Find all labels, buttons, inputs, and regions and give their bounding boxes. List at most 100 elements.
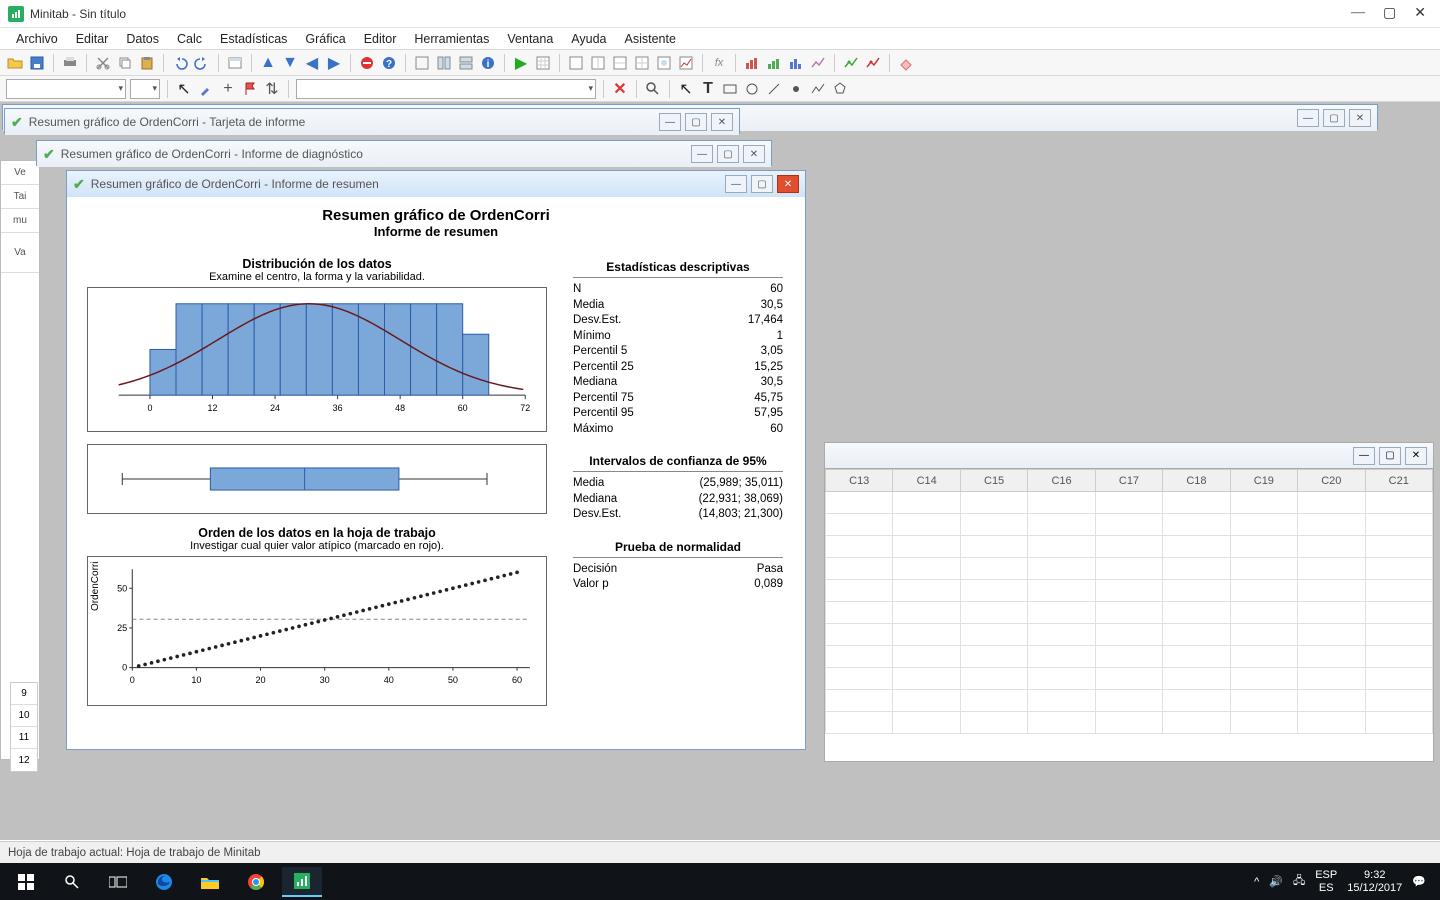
chart4-icon[interactable] bbox=[809, 54, 827, 72]
child-close-button[interactable]: ✕ bbox=[743, 145, 765, 163]
col-header[interactable]: C16 bbox=[1028, 470, 1095, 492]
crosshair-icon[interactable]: + bbox=[219, 80, 237, 98]
arr-up-icon[interactable]: ▲ bbox=[259, 54, 277, 72]
menu-calc[interactable]: Calc bbox=[169, 30, 210, 48]
copy-icon[interactable] bbox=[116, 54, 134, 72]
menu-estadisticas[interactable]: Estadísticas bbox=[212, 30, 295, 48]
grid7-icon[interactable] bbox=[677, 54, 695, 72]
menu-editor[interactable]: Editor bbox=[356, 30, 405, 48]
save-icon[interactable] bbox=[28, 54, 46, 72]
pointer2-icon[interactable]: ↖ bbox=[677, 80, 695, 98]
child-min-button[interactable]: — bbox=[1297, 109, 1319, 127]
undo-icon[interactable] bbox=[171, 54, 189, 72]
info-icon[interactable]: i bbox=[479, 54, 497, 72]
ws-max-button[interactable]: ▢ bbox=[1379, 447, 1401, 465]
arr-left-icon[interactable]: ◀ bbox=[303, 54, 321, 72]
worksheet-window[interactable]: — ▢ ✕ C13C14C15C16C17C18C19C20C21 bbox=[824, 442, 1434, 762]
taskview-icon[interactable] bbox=[98, 867, 138, 897]
explorer-icon[interactable] bbox=[190, 867, 230, 897]
diagnostic-window[interactable]: ✔Resumen gráfico de OrdenCorri - Informe… bbox=[36, 140, 772, 166]
child-close-button[interactable]: ✕ bbox=[777, 175, 799, 193]
tray-clock[interactable]: 9:3215/12/2017 bbox=[1347, 869, 1402, 893]
col-header[interactable]: C17 bbox=[1095, 470, 1162, 492]
sort-icon[interactable]: ⇅ bbox=[263, 80, 281, 98]
circle-shape-icon[interactable] bbox=[743, 80, 761, 98]
ws-close-button[interactable]: ✕ bbox=[1405, 447, 1427, 465]
edge-icon[interactable] bbox=[144, 867, 184, 897]
close-button[interactable]: ✕ bbox=[1414, 5, 1426, 22]
minitab-task-icon[interactable] bbox=[282, 867, 322, 897]
tray-up-icon[interactable]: ^ bbox=[1254, 876, 1259, 888]
grid4-icon[interactable] bbox=[611, 54, 629, 72]
col-header[interactable]: C19 bbox=[1230, 470, 1297, 492]
delete-x-icon[interactable]: ✕ bbox=[611, 80, 629, 98]
menu-editar[interactable]: Editar bbox=[68, 30, 117, 48]
child-min-button[interactable]: — bbox=[659, 113, 681, 131]
fx-icon[interactable]: fx bbox=[710, 54, 728, 72]
print-icon[interactable] bbox=[61, 54, 79, 72]
menu-asistente[interactable]: Asistente bbox=[617, 30, 684, 48]
chart5-icon[interactable] bbox=[842, 54, 860, 72]
tray-volume-icon[interactable]: 🔊 bbox=[1269, 875, 1283, 888]
arr-right-icon[interactable]: ▶ bbox=[325, 54, 343, 72]
tool-c-icon[interactable] bbox=[457, 54, 475, 72]
menu-grafica[interactable]: Gráfica bbox=[297, 30, 353, 48]
polyline-icon[interactable] bbox=[809, 80, 827, 98]
child-min-button[interactable]: — bbox=[691, 145, 713, 163]
eraser-icon[interactable] bbox=[897, 54, 915, 72]
menu-herramientas[interactable]: Herramientas bbox=[406, 30, 497, 48]
maximize-button[interactable]: ▢ bbox=[1383, 5, 1396, 22]
play-icon[interactable]: ▶ bbox=[512, 54, 530, 72]
paste-icon[interactable] bbox=[138, 54, 156, 72]
stop-icon[interactable] bbox=[358, 54, 376, 72]
col-header[interactable]: C18 bbox=[1163, 470, 1230, 492]
new-window-icon[interactable] bbox=[226, 54, 244, 72]
child-max-button[interactable]: ▢ bbox=[685, 113, 707, 131]
col-header[interactable]: C13 bbox=[826, 470, 893, 492]
brush-icon[interactable] bbox=[197, 80, 215, 98]
grid3-icon[interactable] bbox=[589, 54, 607, 72]
col-header[interactable]: C20 bbox=[1298, 470, 1365, 492]
minimize-button[interactable]: — bbox=[1351, 5, 1365, 22]
child-max-button[interactable]: ▢ bbox=[717, 145, 739, 163]
redo-icon[interactable] bbox=[193, 54, 211, 72]
col-header[interactable]: C15 bbox=[960, 470, 1027, 492]
chart3-icon[interactable] bbox=[787, 54, 805, 72]
tool-a-icon[interactable] bbox=[413, 54, 431, 72]
combo-column[interactable] bbox=[6, 79, 126, 99]
report-card-window[interactable]: ✔Resumen gráfico de OrdenCorri - Tarjeta… bbox=[4, 108, 740, 134]
rect-shape-icon[interactable] bbox=[721, 80, 739, 98]
menu-datos[interactable]: Datos bbox=[118, 30, 167, 48]
chart2-icon[interactable] bbox=[765, 54, 783, 72]
search-icon[interactable] bbox=[52, 867, 92, 897]
line-shape-icon[interactable] bbox=[765, 80, 783, 98]
child-min-button[interactable]: — bbox=[725, 175, 747, 193]
worksheet-grid[interactable]: C13C14C15C16C17C18C19C20C21 bbox=[825, 469, 1433, 734]
menu-archivo[interactable]: Archivo bbox=[8, 30, 66, 48]
polygon-icon[interactable] bbox=[831, 80, 849, 98]
pointer-icon[interactable]: ↖ bbox=[175, 80, 193, 98]
zoom-icon[interactable] bbox=[644, 80, 662, 98]
grid2-icon[interactable] bbox=[567, 54, 585, 72]
arr-down-icon[interactable]: ▼ bbox=[281, 54, 299, 72]
tool-b-icon[interactable] bbox=[435, 54, 453, 72]
start-button[interactable] bbox=[6, 867, 46, 897]
child-close-button[interactable]: ✕ bbox=[1349, 109, 1371, 127]
tray-network-icon[interactable]: 🖧 bbox=[1293, 872, 1305, 891]
col-header[interactable]: C21 bbox=[1365, 470, 1433, 492]
combo-variable[interactable] bbox=[296, 79, 596, 99]
child-max-button[interactable]: ▢ bbox=[1323, 109, 1345, 127]
text-icon[interactable]: T bbox=[699, 80, 717, 98]
tray-lang[interactable]: ESPES bbox=[1315, 869, 1337, 893]
grid6-icon[interactable] bbox=[655, 54, 673, 72]
child-close-button[interactable]: ✕ bbox=[711, 113, 733, 131]
cut-icon[interactable] bbox=[94, 54, 112, 72]
combo-format[interactable] bbox=[130, 79, 160, 99]
menu-ventana[interactable]: Ventana bbox=[499, 30, 561, 48]
chart1-icon[interactable] bbox=[743, 54, 761, 72]
chrome-icon[interactable] bbox=[236, 867, 276, 897]
dot-shape-icon[interactable] bbox=[787, 80, 805, 98]
ws-min-button[interactable]: — bbox=[1353, 447, 1375, 465]
child-max-button[interactable]: ▢ bbox=[751, 175, 773, 193]
open-icon[interactable] bbox=[6, 54, 24, 72]
